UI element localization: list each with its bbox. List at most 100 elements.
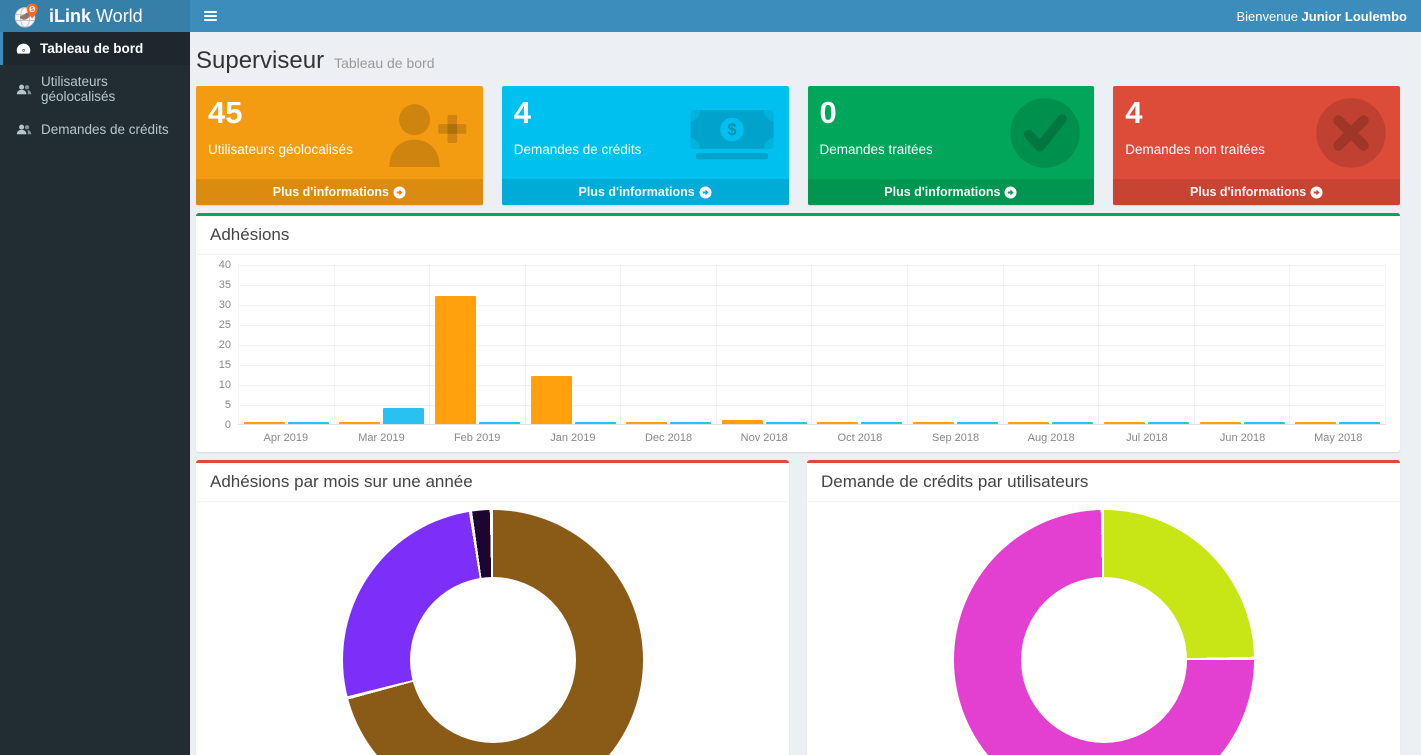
x-tick-label: Feb 2019 [429,425,525,444]
bar-cyan-series [766,422,807,424]
bar-cyan-series [670,422,711,424]
arrow-circle-right-icon [699,186,712,199]
bar-orange-series [435,296,476,424]
stat-value: 45 [208,96,471,130]
x-tick-label: Jul 2018 [1099,425,1195,444]
bar-category-10 [1194,264,1290,424]
stat-box-2: 0 Demandes traitées Plus d'informations [808,86,1095,205]
bar-category-2 [429,264,525,424]
bar-chart-body: 4035302520151050 Apr 2019Mar 2019Feb 201… [196,255,1400,452]
y-tick-label: 15 [219,360,231,371]
y-tick-label: 35 [219,280,231,291]
sidebar-item-2[interactable]: Demandes de crédits [0,113,190,146]
stat-box-1: 4Demandes de crédits$Plus d'informations [502,86,789,205]
more-info-label: Plus d'informations [1190,185,1306,199]
sidebar-item-1[interactable]: Utilisateurs géolocalisés [0,65,190,113]
stat-label: Demandes traitées [820,142,1083,157]
x-tick-label: Nov 2018 [716,425,812,444]
more-info-link[interactable]: Plus d'informations [1113,179,1400,205]
bar-orange-series [1104,422,1145,424]
users-icon [16,123,32,136]
bar-category-11 [1289,264,1386,424]
sidebar-item-0[interactable]: Tableau de bord [0,32,190,65]
bar-category-1 [334,264,430,424]
donut-charts-row: Adhésions par mois sur une année Demande… [196,452,1400,755]
stat-box-3: 4Demandes non traitéesPlus d'information… [1113,86,1400,205]
ilink-globe-logo-icon: $ [14,3,40,29]
adhesions-doughnut-chart [343,510,643,755]
x-tick-label: Oct 2018 [812,425,908,444]
bar-chart-plot [238,265,1386,425]
bar-orange-series [1295,422,1336,424]
bar-cyan-series [479,422,520,424]
brand-link[interactable]: $ iLink World [0,0,190,32]
bar-category-0 [238,264,334,424]
bar-orange-series [1008,422,1049,424]
stat-box-inner: 4 Demandes de crédits [502,86,789,179]
x-tick-label: Sep 2018 [908,425,1004,444]
bar-category-3 [525,264,621,424]
y-tick-label: 25 [219,320,231,331]
arrow-circle-right-icon [1310,186,1323,199]
bar-cyan-series [288,422,329,424]
adhesions-donut-header: Adhésions par mois sur une année [196,463,789,502]
bar-cyan-series [1052,422,1093,424]
page-header: Superviseur Tableau de bord [196,32,1400,86]
stat-label: Demandes de crédits [514,142,777,157]
credits-doughnut-chart [954,510,1254,755]
x-tick-label: Jan 2019 [525,425,621,444]
credits-donut-header: Demande de crédits par utilisateurs [807,463,1400,502]
stat-box-inner: 45 Utilisateurs géolocalisés [196,86,483,179]
welcome-text: Bienvenue Junior Loulembo [1236,9,1421,24]
bar-orange-series [626,422,667,424]
dashboard-icon [16,42,31,55]
more-info-label: Plus d'informations [579,185,695,199]
bar-category-6 [811,264,907,424]
bar-orange-series [913,422,954,424]
bar-category-9 [1098,264,1194,424]
bar-chart-box: Adhésions 4035302520151050 Apr 2019Mar 2… [196,213,1400,452]
more-info-label: Plus d'informations [273,185,389,199]
brand-text: iLink World [49,6,143,27]
x-tick-label: Dec 2018 [621,425,717,444]
credits-donut-box: Demande de crédits par utilisateurs [807,460,1400,755]
main-content: Superviseur Tableau de bord 45Utilisateu… [190,32,1421,755]
stat-label: Utilisateurs géolocalisés [208,142,471,157]
sidebar-item-label: Demandes de crédits [41,122,169,137]
bar-category-4 [620,264,716,424]
arrow-circle-right-icon [393,186,406,199]
y-tick-label: 40 [219,260,231,271]
bar-orange-series [817,422,858,424]
y-tick-label: 5 [225,400,231,411]
y-tick-label: 20 [219,340,231,351]
bar-cyan-series [861,422,902,424]
bar-chart-title: Adhésions [210,225,289,244]
users-icon [16,83,32,96]
stat-value: 0 [820,96,1083,130]
adhesions-donut-body [196,502,789,755]
more-info-link[interactable]: Plus d'informations [196,179,483,205]
credits-donut-body [807,502,1400,755]
x-tick-label: Mar 2019 [334,425,430,444]
adhesions-donut-title: Adhésions par mois sur une année [210,472,473,491]
more-info-link[interactable]: Plus d'informations [502,179,789,205]
bar-cyan-series [1148,422,1189,424]
bar-cyan-series [1339,422,1380,424]
bar-cyan-series [1244,422,1285,424]
bar-chart-y-axis: 4035302520151050 [210,265,238,425]
more-info-label: Plus d'informations [884,185,1000,199]
sidebar-toggle-hamburger-icon[interactable] [190,0,231,32]
top-navbar: $ iLink World Bienvenue Junior Loulembo [0,0,1421,32]
more-info-link[interactable]: Plus d'informations [808,179,1095,205]
breadcrumb: Tableau de bord [334,55,434,71]
stat-box-0: 45 Utilisateurs géolocalisés Plus d'inform… [196,86,483,205]
x-tick-label: Apr 2019 [238,425,334,444]
bar-cyan-series [957,422,998,424]
stat-value: 4 [514,96,777,130]
credits-donut-title: Demande de crédits par utilisateurs [821,472,1088,491]
bar-category-7 [907,264,1003,424]
bar-cyan-series [383,408,424,424]
stat-box-inner: 0 Demandes traitées [808,86,1095,179]
adhesions-donut-box: Adhésions par mois sur une année [196,460,789,755]
sidebar-item-label: Utilisateurs géolocalisés [41,74,178,104]
